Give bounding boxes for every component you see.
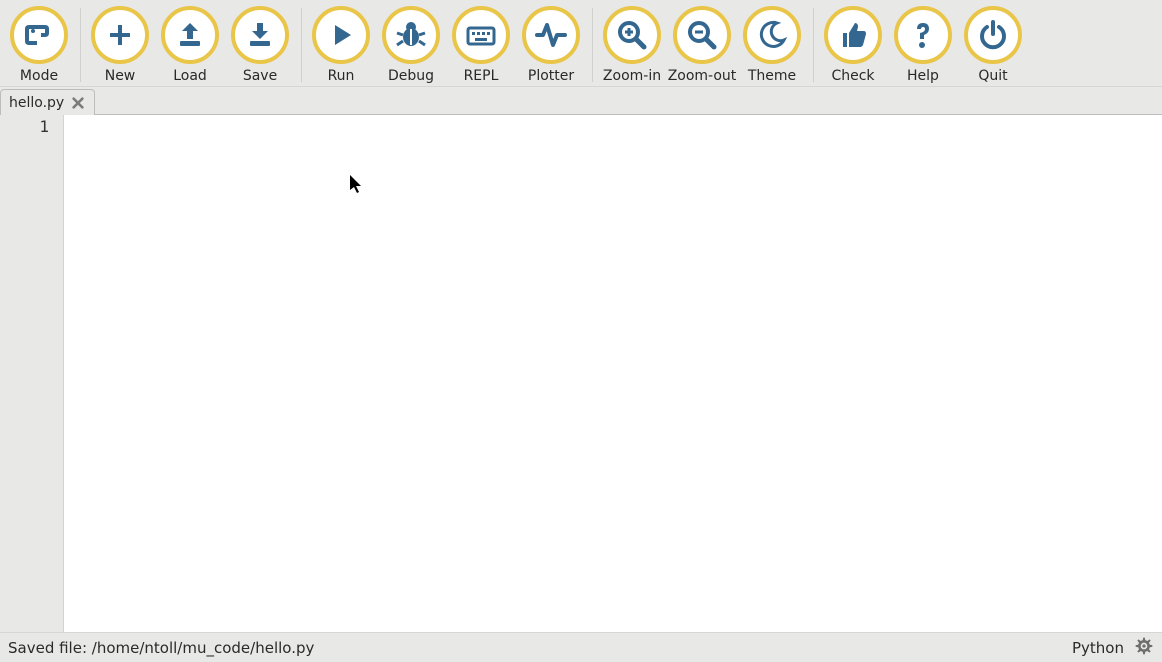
- toolbar-group: Run Debug REPL Plotter: [306, 6, 586, 84]
- help-button[interactable]: Help: [888, 6, 958, 84]
- upload-icon: [161, 6, 219, 64]
- zoom-in-icon: [603, 6, 661, 64]
- zoom-in-button[interactable]: Zoom-in: [597, 6, 667, 84]
- tab-title: hello.py: [9, 95, 64, 111]
- toolbar-group: Mode: [4, 6, 74, 84]
- toolbar-label: Theme: [748, 68, 796, 84]
- toolbar-label: Debug: [388, 68, 434, 84]
- mode-button[interactable]: Mode: [4, 6, 74, 84]
- toolbar-label: REPL: [464, 68, 499, 84]
- toolbar: Mode New Load Save R: [0, 0, 1162, 87]
- toolbar-group: New Load Save: [85, 6, 295, 84]
- code-area[interactable]: [64, 115, 1162, 632]
- run-button[interactable]: Run: [306, 6, 376, 84]
- moon-icon: [743, 6, 801, 64]
- bug-icon: [382, 6, 440, 64]
- power-icon: [964, 6, 1022, 64]
- download-icon: [231, 6, 289, 64]
- toolbar-label: Save: [243, 68, 277, 84]
- toolbar-label: Quit: [978, 68, 1007, 84]
- zoom-out-button[interactable]: Zoom-out: [667, 6, 737, 84]
- status-bar: Saved file: /home/ntoll/mu_code/hello.py…: [0, 632, 1162, 662]
- toolbar-label: Zoom-out: [668, 68, 737, 84]
- status-mode[interactable]: Python: [1072, 639, 1124, 657]
- plotter-button[interactable]: Plotter: [516, 6, 586, 84]
- plus-icon: [91, 6, 149, 64]
- toolbar-label: Help: [907, 68, 939, 84]
- line-number: 1: [0, 117, 49, 136]
- keyboard-icon: [452, 6, 510, 64]
- toolbar-separator: [301, 8, 302, 82]
- toolbar-label: Run: [328, 68, 355, 84]
- quit-button[interactable]: Quit: [958, 6, 1028, 84]
- toolbar-separator: [813, 8, 814, 82]
- toolbar-group: Check Help Quit: [818, 6, 1028, 84]
- toolbar-group: Zoom-in Zoom-out Theme: [597, 6, 807, 84]
- debug-button[interactable]: Debug: [376, 6, 446, 84]
- question-icon: [894, 6, 952, 64]
- mode-icon: [10, 6, 68, 64]
- status-message: Saved file: /home/ntoll/mu_code/hello.py: [8, 639, 1072, 657]
- thumbs-up-icon: [824, 6, 882, 64]
- zoom-out-icon: [673, 6, 731, 64]
- close-icon[interactable]: [70, 95, 86, 111]
- tab-bar: hello.py: [0, 87, 1162, 115]
- line-gutter: 1: [0, 115, 64, 632]
- play-icon: [312, 6, 370, 64]
- tab-hello-py[interactable]: hello.py: [0, 89, 95, 115]
- toolbar-label: Zoom-in: [603, 68, 661, 84]
- theme-button[interactable]: Theme: [737, 6, 807, 84]
- repl-button[interactable]: REPL: [446, 6, 516, 84]
- mouse-cursor-icon: [350, 175, 364, 195]
- toolbar-label: Plotter: [528, 68, 574, 84]
- new-button[interactable]: New: [85, 6, 155, 84]
- toolbar-separator: [592, 8, 593, 82]
- toolbar-separator: [80, 8, 81, 82]
- editor: 1: [0, 115, 1162, 632]
- toolbar-label: Load: [173, 68, 207, 84]
- check-button[interactable]: Check: [818, 6, 888, 84]
- pulse-icon: [522, 6, 580, 64]
- gear-icon[interactable]: [1134, 636, 1154, 660]
- save-button[interactable]: Save: [225, 6, 295, 84]
- toolbar-label: Mode: [20, 68, 58, 84]
- load-button[interactable]: Load: [155, 6, 225, 84]
- toolbar-label: New: [105, 68, 136, 84]
- toolbar-label: Check: [831, 68, 874, 84]
